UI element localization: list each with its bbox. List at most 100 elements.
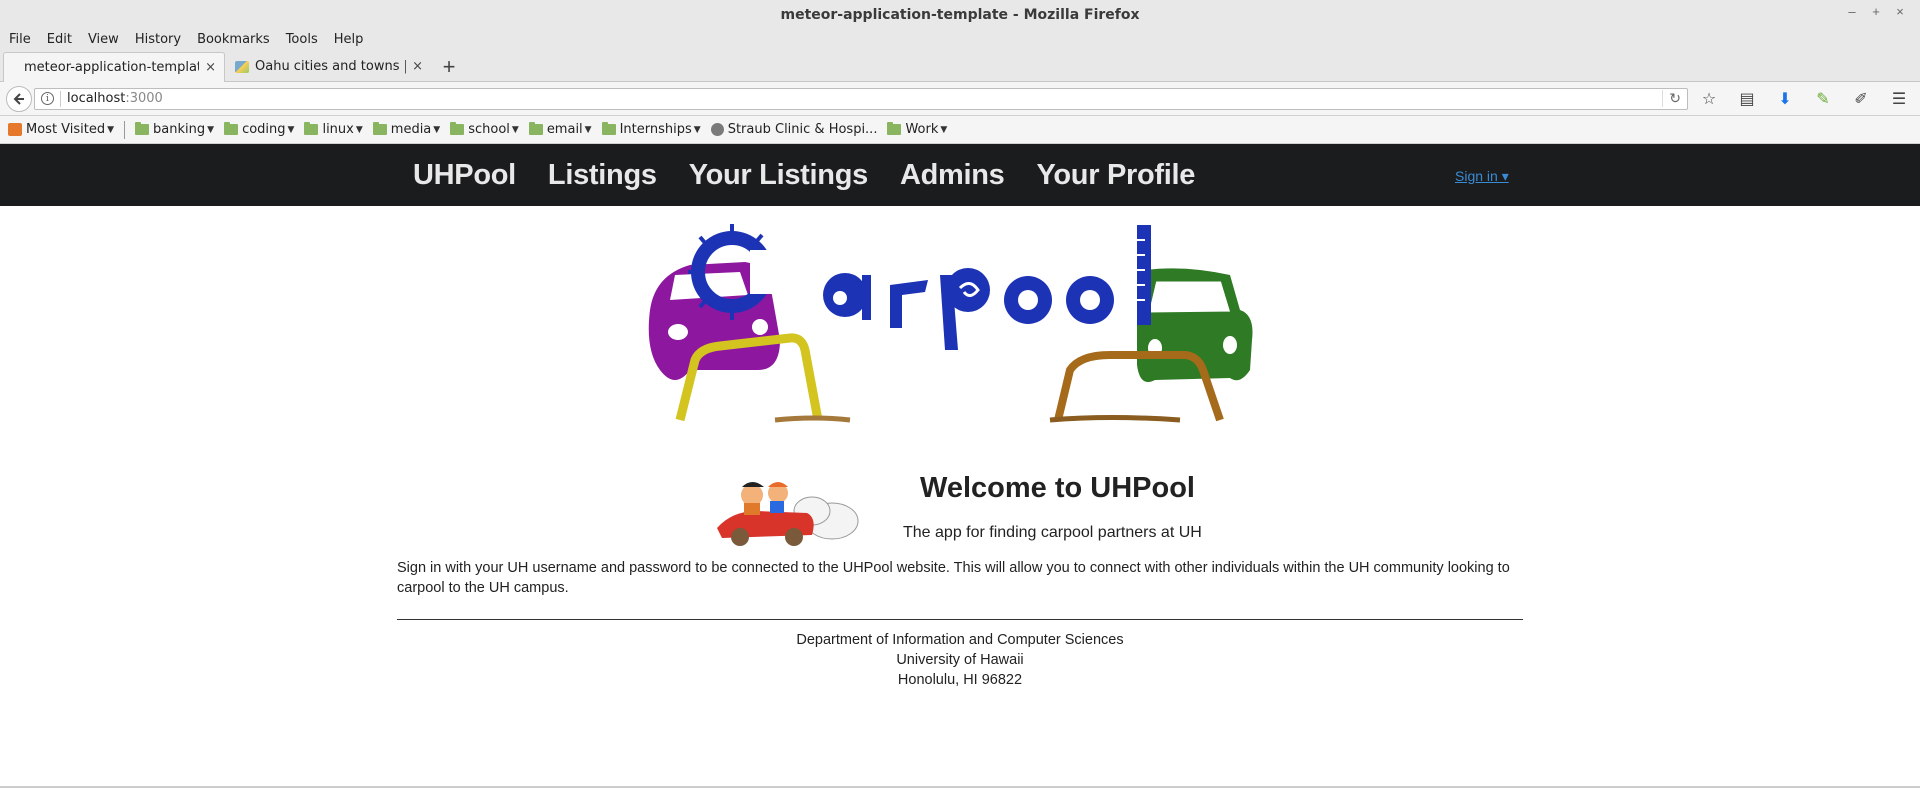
- extension-icon[interactable]: ✎: [1812, 89, 1834, 109]
- nav-your-listings[interactable]: Your Listings: [689, 159, 869, 192]
- reader-view-icon[interactable]: ▤: [1736, 89, 1758, 109]
- url-port: :3000: [125, 91, 163, 106]
- chevron-down-icon: ▼: [107, 124, 115, 135]
- nav-your-profile[interactable]: Your Profile: [1036, 159, 1195, 192]
- flintstones-car-image: [712, 473, 860, 549]
- folder-icon: [601, 122, 616, 135]
- bookmark-label: school: [468, 122, 510, 137]
- menu-edit[interactable]: Edit: [47, 32, 72, 47]
- folder-icon: [135, 122, 150, 135]
- url-separator: [60, 90, 61, 107]
- toolbar-icons: ☆ ▤ ⬇ ✎ ✐ ☰: [1698, 89, 1910, 109]
- hero-section: [0, 206, 1920, 434]
- bookmarks-toolbar: Most Visited ▼ banking ▼ coding ▼ linux …: [0, 116, 1920, 144]
- intro-paragraph: Sign in with your UH username and passwo…: [397, 560, 1510, 596]
- site-navbar: UHPool Listings Your Listings Admins You…: [0, 144, 1920, 206]
- bookmark-star-icon[interactable]: ☆: [1698, 89, 1720, 109]
- site-info-icon[interactable]: i: [41, 92, 54, 105]
- bookmark-folder-linux[interactable]: linux ▼: [304, 122, 363, 137]
- nav-uhpool-brand[interactable]: UHPool: [413, 159, 516, 192]
- bookmark-folder-internships[interactable]: Internships ▼: [601, 122, 701, 137]
- folder-icon: [450, 122, 465, 135]
- bookmark-label: email: [546, 122, 583, 137]
- chevron-down-icon: ▼: [287, 124, 295, 135]
- chevron-down-icon: ▼: [207, 124, 215, 135]
- nav-listings[interactable]: Listings: [548, 159, 657, 192]
- hamburger-menu-icon[interactable]: ☰: [1888, 89, 1910, 109]
- back-arrow-icon: [13, 92, 24, 105]
- menu-file[interactable]: File: [9, 32, 31, 47]
- footer-divider: [397, 619, 1523, 620]
- folder-icon: [887, 122, 902, 135]
- footer: Department of Information and Computer S…: [0, 630, 1920, 690]
- window-titlebar: meteor-application-template - Mozilla Fi…: [0, 0, 1920, 29]
- tab-meteor-template[interactable]: meteor-application-template ×: [3, 52, 225, 82]
- bookmark-folder-media[interactable]: media ▼: [372, 122, 441, 137]
- back-button[interactable]: [6, 85, 32, 112]
- bookmark-label: Work: [905, 122, 939, 137]
- footer-line-address: Honolulu, HI 96822: [897, 672, 1023, 688]
- bookmark-label: Straub Clinic & Hospi...: [727, 122, 878, 137]
- tab-close-icon[interactable]: ×: [412, 59, 423, 74]
- carpool-logo: [640, 220, 1280, 430]
- menu-bookmarks[interactable]: Bookmarks: [197, 32, 270, 47]
- tab-label: Oahu cities and towns | T...: [255, 59, 407, 74]
- maximize-button[interactable]: +: [1870, 4, 1882, 19]
- tab-bar: meteor-application-template × Oahu citie…: [0, 50, 1920, 82]
- bookmark-label: linux: [322, 122, 354, 137]
- menu-help[interactable]: Help: [334, 32, 364, 47]
- menu-view[interactable]: View: [88, 32, 119, 47]
- bookmark-folder-school[interactable]: school ▼: [450, 122, 519, 137]
- url-bar[interactable]: i localhost :3000 ↻: [34, 87, 1688, 110]
- chevron-down-icon: ▼: [355, 124, 363, 135]
- url-host: localhost: [67, 91, 126, 106]
- globe-icon: [710, 123, 724, 136]
- chevron-down-icon: ▼: [584, 124, 592, 135]
- most-visited-icon: [8, 123, 22, 136]
- welcome-subheading: The app for finding carpool partners at …: [903, 524, 1202, 541]
- folder-icon: [528, 122, 543, 135]
- tab-label: meteor-application-template: [24, 60, 200, 75]
- bookmark-label: media: [390, 122, 432, 137]
- bookmark-straub-clinic[interactable]: Straub Clinic & Hospi...: [710, 122, 878, 137]
- bookmark-most-visited[interactable]: Most Visited ▼: [8, 122, 114, 137]
- download-icon[interactable]: ⬇: [1774, 89, 1796, 109]
- chevron-down-icon: ▼: [433, 124, 441, 135]
- chevron-down-icon: ▼: [693, 124, 701, 135]
- menu-tools[interactable]: Tools: [286, 32, 318, 47]
- tab-oahu-cities[interactable]: Oahu cities and towns | T... ×: [225, 52, 431, 81]
- bookmark-folder-coding[interactable]: coding ▼: [224, 122, 294, 137]
- navigation-toolbar: i localhost :3000 ↻ ☆ ▤ ⬇ ✎ ✐ ☰: [0, 82, 1920, 116]
- folder-icon: [224, 122, 239, 135]
- menu-history[interactable]: History: [135, 32, 181, 47]
- bookmark-folder-email[interactable]: email ▼: [528, 122, 592, 137]
- folder-icon: [372, 122, 387, 135]
- carpool-logo-image: [648, 224, 1253, 423]
- new-tab-button[interactable]: +: [435, 52, 463, 81]
- bookmark-label: Internships: [619, 122, 692, 137]
- sign-in-dropdown[interactable]: Sign in ▾: [1455, 168, 1509, 185]
- close-window-button[interactable]: ×: [1894, 4, 1906, 19]
- oahu-favicon-icon: [235, 60, 249, 73]
- nav-admins[interactable]: Admins: [900, 159, 1005, 192]
- folder-icon: [304, 122, 319, 135]
- chevron-down-icon: ▼: [511, 124, 519, 135]
- welcome-heading: Welcome to UHPool: [920, 472, 1195, 504]
- menu-bar: File Edit View History Bookmarks Tools H…: [0, 29, 1920, 50]
- bookmark-label: Most Visited: [26, 122, 106, 137]
- window-controls: – + ×: [1846, 4, 1906, 19]
- minimize-button[interactable]: –: [1846, 4, 1858, 19]
- chevron-down-icon: ▼: [940, 124, 948, 135]
- bookmark-folder-banking[interactable]: banking ▼: [135, 122, 214, 137]
- footer-line-university: University of Hawaii: [896, 652, 1024, 668]
- footer-line-department: Department of Information and Computer S…: [796, 632, 1124, 648]
- green-car-illustration: [1137, 268, 1253, 383]
- bookmark-separator: [124, 120, 126, 139]
- bookmark-folder-work[interactable]: Work ▼: [887, 122, 947, 137]
- window-title: meteor-application-template - Mozilla Fi…: [780, 6, 1140, 23]
- bookmark-label: coding: [242, 122, 286, 137]
- tab-close-icon[interactable]: ×: [205, 60, 216, 75]
- eyedropper-icon[interactable]: ✐: [1850, 89, 1872, 109]
- reload-icon[interactable]: ↻: [1662, 90, 1681, 107]
- bookmark-label: banking: [153, 122, 206, 137]
